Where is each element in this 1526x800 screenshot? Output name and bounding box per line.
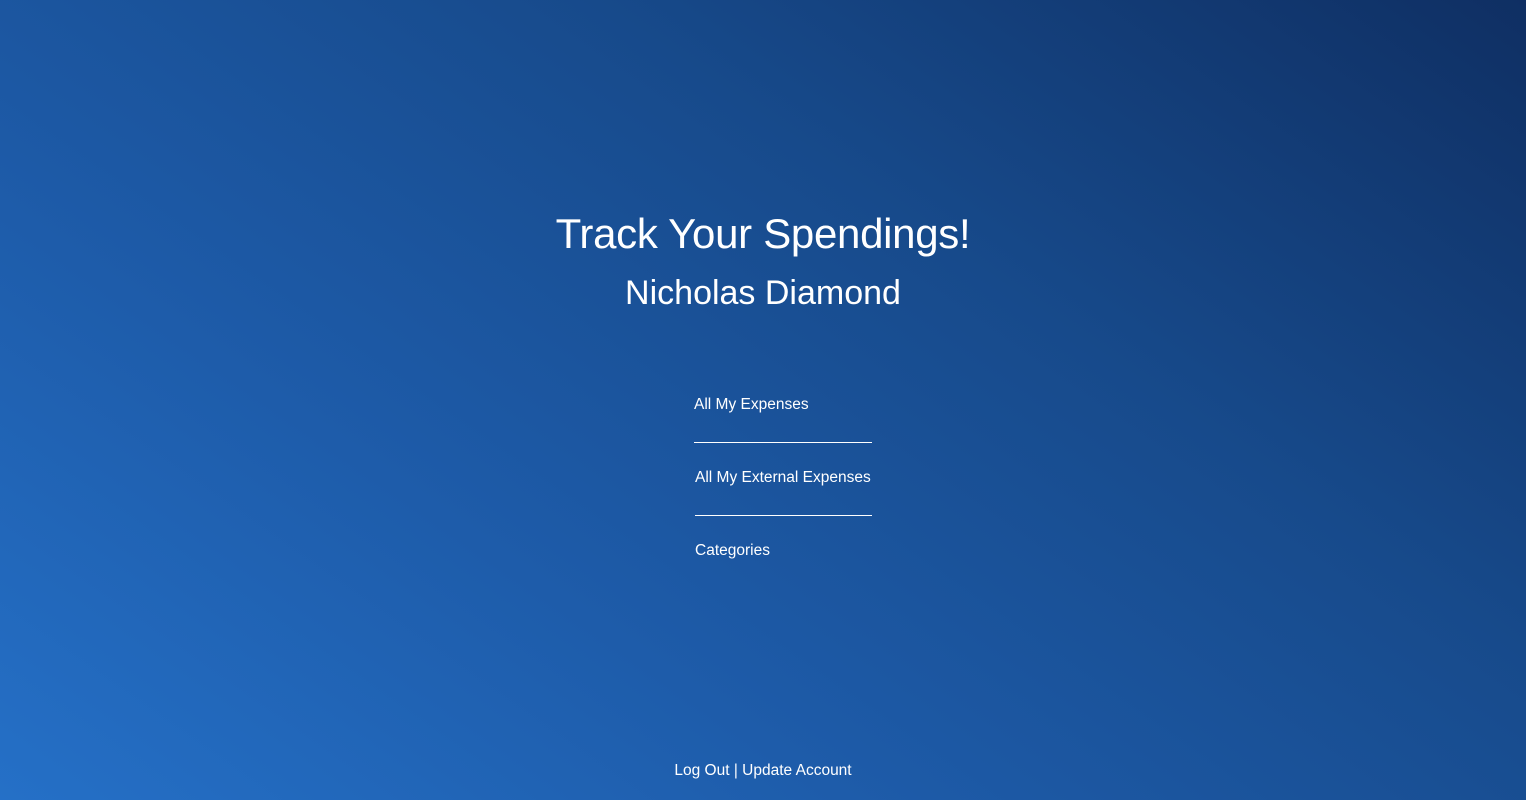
user-name: Nicholas Diamond bbox=[625, 274, 901, 312]
menu-item-all-my-expenses[interactable]: All My Expenses bbox=[694, 390, 809, 420]
footer: Log Out | Update Account bbox=[0, 759, 1526, 783]
footer-separator: | bbox=[733, 762, 738, 779]
menu-divider bbox=[694, 442, 872, 443]
update-account-link[interactable]: Update Account bbox=[742, 762, 851, 779]
logout-link[interactable]: Log Out bbox=[674, 762, 729, 779]
menu-item-categories[interactable]: Categories bbox=[695, 536, 770, 566]
menu-item-all-my-external-expenses[interactable]: All My External Expenses bbox=[695, 463, 871, 493]
page-title: Track Your Spendings! bbox=[555, 210, 971, 257]
menu-divider bbox=[695, 515, 872, 516]
